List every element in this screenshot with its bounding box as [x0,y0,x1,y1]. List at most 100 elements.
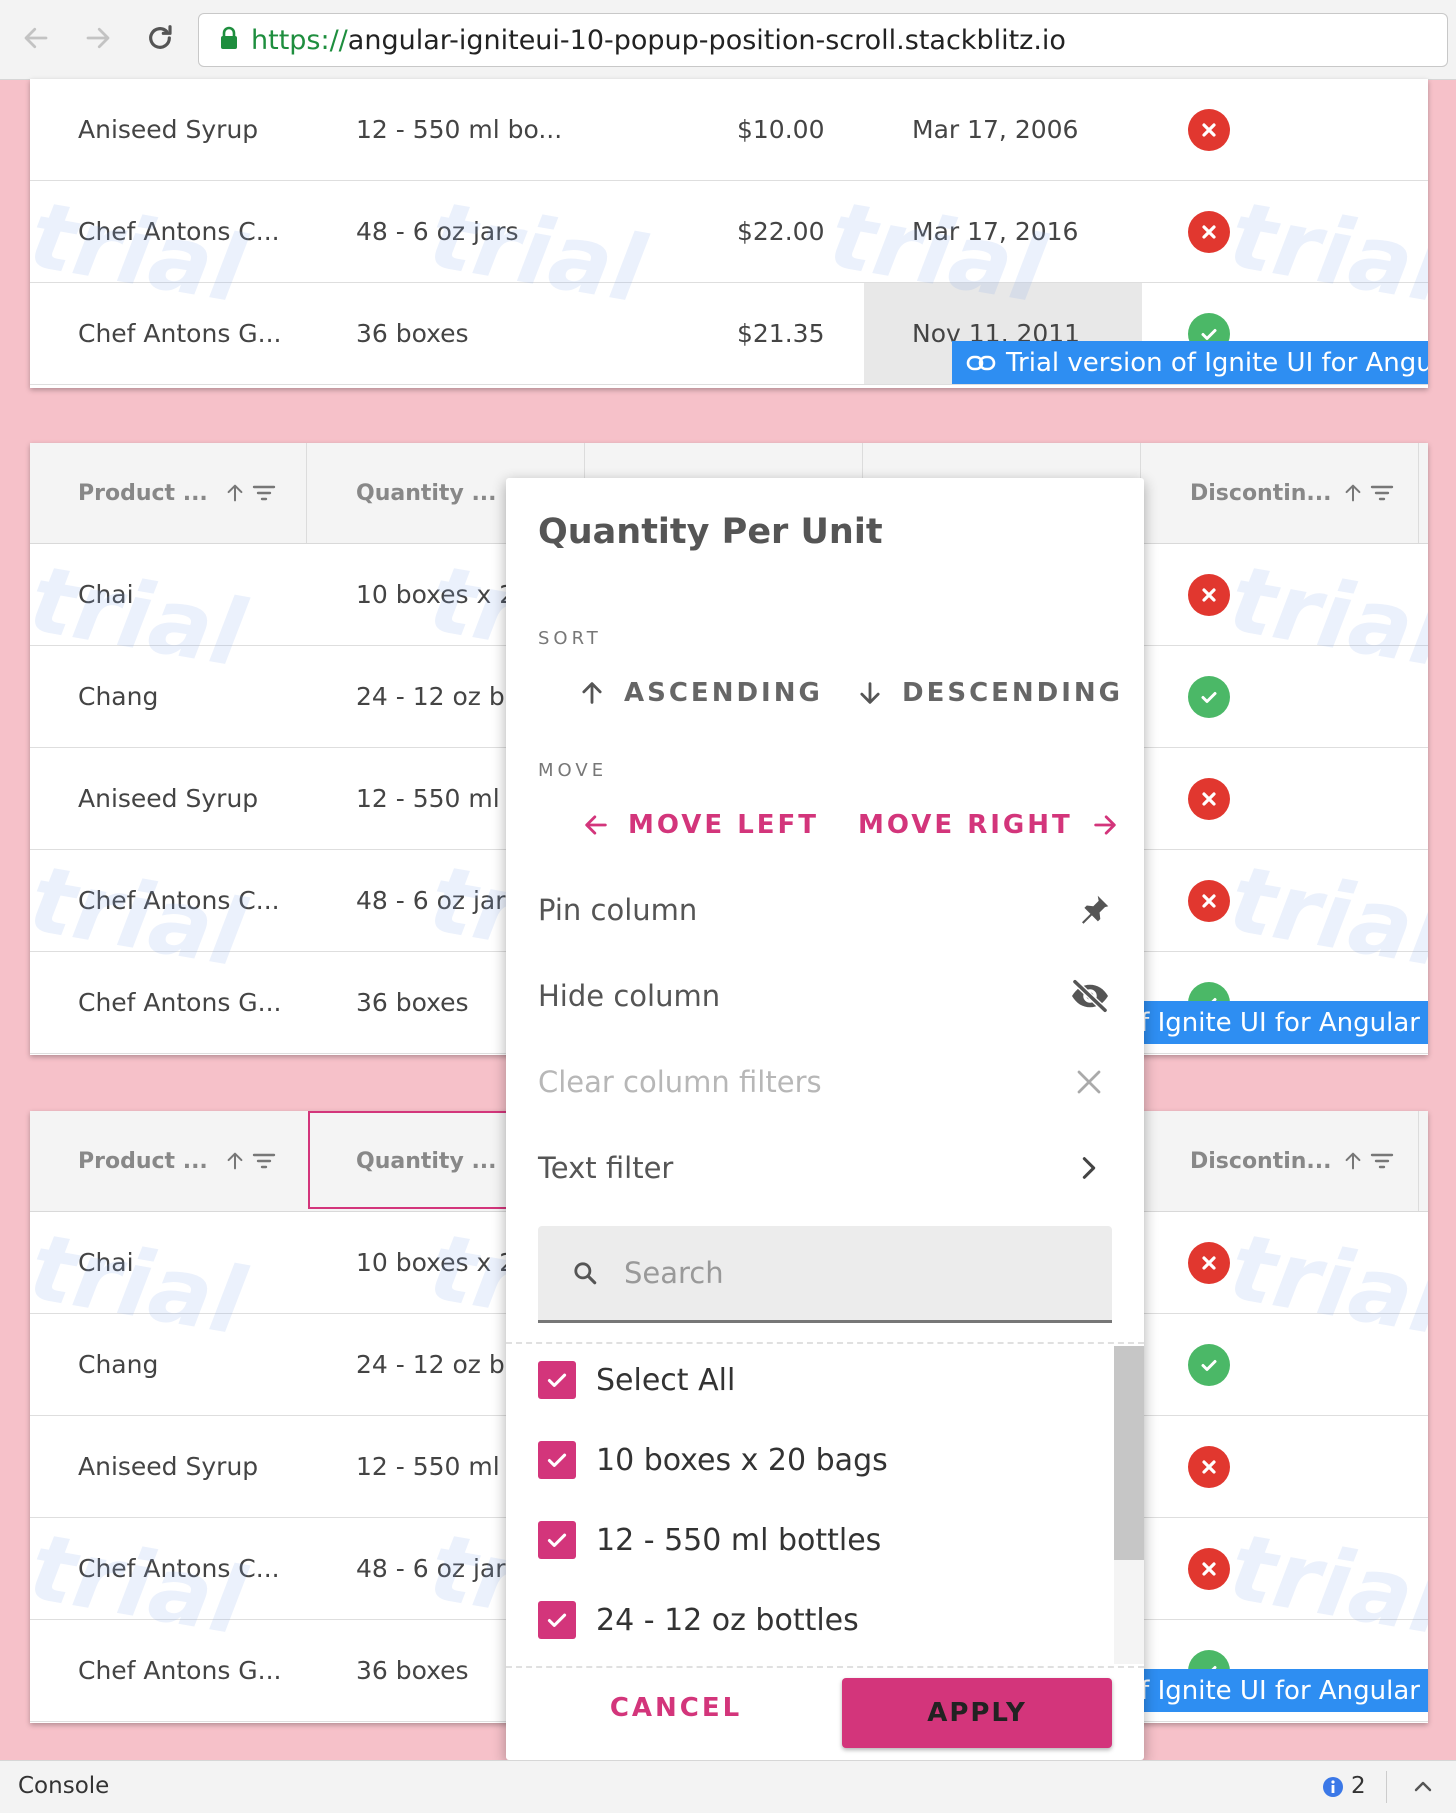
discontinued-cell [1188,1416,1230,1517]
arrow-up-icon[interactable] [224,482,246,504]
checkbox[interactable] [538,1601,576,1639]
checkbox[interactable] [538,1521,576,1559]
quantity-cell: 10 boxes x 20 [356,580,532,609]
ascending-label: ASCENDING [624,678,823,708]
clear-column-filters-item[interactable]: Clear column filters [538,1052,1112,1112]
quantity-cell: 10 boxes x 20 [356,1248,532,1277]
header-product[interactable]: Product ... [78,443,276,543]
arrow-up-icon[interactable] [1342,1150,1364,1172]
checkbox[interactable] [538,1441,576,1479]
filter-lines-icon[interactable] [252,483,276,503]
list-item[interactable]: Select All [538,1350,735,1410]
header-label: Discontin... [1190,1148,1332,1174]
quantity-cell: 48 - 6 oz jars [356,1554,519,1583]
date-cell: Mar 17, 2006 [912,115,1079,144]
discontinued-cell [1188,79,1230,180]
table-row[interactable]: Aniseed Syrup 12 - 550 ml bo... $10.00 M… [30,79,1428,181]
x-circle-icon [1188,1445,1230,1488]
list-item[interactable]: 12 - 550 ml bottles [538,1510,881,1570]
date-cell: Mar 17, 2016 [912,217,1079,246]
table-row[interactable]: Chef Antons C... 48 - 6 oz jars $22.00 M… [30,181,1428,283]
console-bar: Console 2 [0,1760,1456,1813]
x-circle-icon [1188,210,1230,253]
quantity-cell: 12 - 550 ml bo... [356,115,563,144]
list-item[interactable]: 24 - 12 oz bottles [538,1590,859,1650]
pin-column-item[interactable]: Pin column [538,880,1112,940]
lock-icon [219,26,239,54]
trial-banner-text: Trial version of Ignite UI for Angular [1006,347,1428,378]
back-button[interactable] [14,18,58,62]
product-cell: Chai [78,1248,134,1277]
url-protocol: https:// [251,24,348,56]
option-label: Select All [596,1362,736,1398]
console-label[interactable]: Console [18,1773,109,1799]
apply-button[interactable]: APPLY [842,1678,1112,1748]
sort-ascending-button[interactable]: ASCENDING [578,678,823,708]
move-left-label: MOVE LEFT [628,810,820,840]
check-circle-icon [1188,675,1230,718]
x-circle-icon [1188,108,1230,151]
hide-column-label: Hide column [538,979,721,1013]
column-divider [1418,443,1419,543]
x-circle-icon [1188,1547,1230,1590]
cancel-button[interactable]: CANCEL [566,1676,786,1740]
x-circle-icon [1188,777,1230,820]
arrow-up-icon[interactable] [1342,482,1364,504]
trial-version-banner[interactable]: Trial version of Ignite UI for Angular [952,341,1428,384]
move-right-button[interactable]: MOVE RIGHT [858,810,1119,840]
check-icon [544,1527,570,1553]
text-filter-item[interactable]: Text filter [538,1138,1112,1198]
text-filter-label: Text filter [538,1151,674,1185]
check-icon [544,1447,570,1473]
trial-version-banner[interactable]: of Ignite UI for Angular [1124,1001,1428,1044]
arrow-up-icon [578,679,606,707]
close-icon [1074,1067,1104,1097]
list-item[interactable]: 10 boxes x 20 bags [538,1430,888,1490]
trial-version-banner[interactable]: of Ignite UI for Angular [1124,1669,1428,1712]
arrow-left-icon [21,23,51,57]
x-circle-icon [1188,573,1230,616]
chevron-up-icon[interactable] [1410,1775,1436,1799]
arrow-up-icon[interactable] [224,1150,246,1172]
discontinued-cell [1188,1518,1230,1619]
quantity-cell: 12 - 550 ml b [356,784,524,813]
scrollbar-thumb[interactable] [1114,1346,1144,1560]
forward-button[interactable] [76,18,120,62]
discontinued-cell [1188,1212,1230,1313]
price-cell: $21.35 [737,319,825,348]
trial-banner-text: of Ignite UI for Angular [1124,1007,1420,1038]
column-menu-popup: Quantity Per Unit SORT ASCENDING DESCEND… [506,478,1144,1760]
hide-column-item[interactable]: Hide column [538,966,1112,1026]
quantity-cell: 12 - 550 ml b [356,1452,524,1481]
product-cell: Chef Antons C... [78,886,280,915]
arrow-right-icon [1091,811,1119,839]
sort-descending-button[interactable]: DESCENDING [856,678,1123,708]
arrow-down-icon [856,679,884,707]
address-bar[interactable]: https://angular-igniteui-10-popup-positi… [198,13,1448,67]
search-field[interactable] [538,1226,1112,1323]
filter-lines-icon[interactable] [1370,483,1394,503]
chevron-right-icon [1078,1154,1100,1182]
search-input[interactable] [622,1248,1086,1298]
x-circle-icon [1188,1241,1230,1284]
search-icon [572,1260,598,1286]
trial-banner-text: of Ignite UI for Angular [1124,1675,1420,1706]
product-cell: Aniseed Syrup [78,115,259,144]
reload-button[interactable] [138,18,182,62]
move-right-label: MOVE RIGHT [858,810,1073,840]
header-product[interactable]: Product ... [78,1111,276,1211]
grid-1: Aniseed Syrup 12 - 550 ml bo... $10.00 M… [30,79,1428,388]
console-divider [1386,1771,1387,1803]
filter-lines-icon[interactable] [1370,1151,1394,1171]
quantity-cell: 24 - 12 oz bot [356,682,530,711]
header-discontinued[interactable]: Discontin... [1190,443,1394,543]
move-left-button[interactable]: MOVE LEFT [582,810,819,840]
arrow-left-icon [582,811,610,839]
checkbox[interactable] [538,1361,576,1399]
console-message-count: 2 [1351,1773,1366,1799]
quantity-cell: 36 boxes [356,319,469,348]
filter-lines-icon[interactable] [252,1151,276,1171]
discontinued-cell [1188,1314,1230,1415]
header-discontinued[interactable]: Discontin... [1190,1111,1394,1211]
refresh-icon [144,22,176,58]
